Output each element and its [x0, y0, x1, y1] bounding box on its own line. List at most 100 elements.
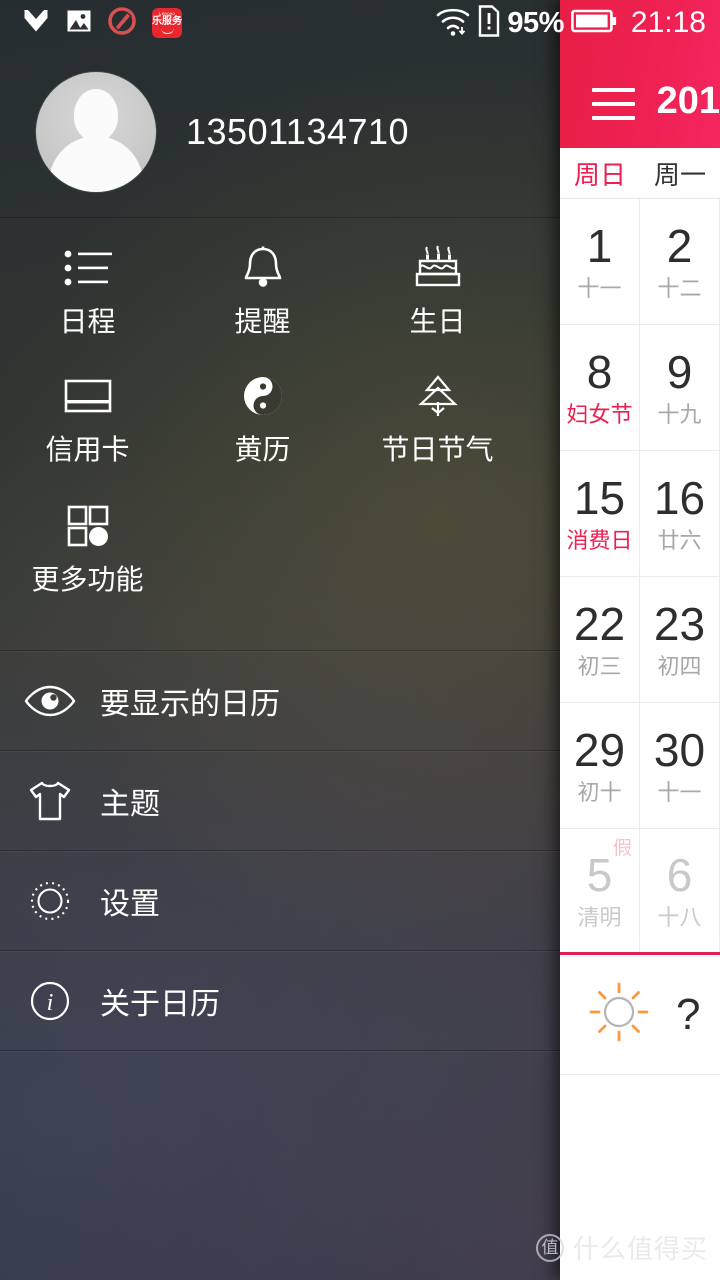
- watermark: 值 什么值得买: [535, 1229, 708, 1266]
- day-lunar: 十一: [577, 276, 622, 301]
- calendar-week-row: 假 5 清明 6 十八: [560, 829, 720, 955]
- sim-alert-icon: [478, 4, 500, 42]
- menu-item-settings[interactable]: 设置: [0, 851, 560, 950]
- calendar-day[interactable]: 23 初四: [640, 577, 720, 702]
- feature-reminder[interactable]: 提醒: [175, 218, 350, 348]
- calendar-week-row: 1 十一 2 十二: [560, 199, 720, 325]
- menu-item-label: 主题: [100, 787, 160, 821]
- calendar-day[interactable]: 假 5 清明: [560, 829, 640, 952]
- day-number: 16: [653, 472, 706, 524]
- shield-icon: [22, 7, 50, 40]
- day-lunar: 初三: [577, 654, 622, 679]
- profile-header[interactable]: 13501134710: [0, 46, 560, 217]
- smzdm-logo: 值: [535, 1233, 564, 1262]
- navigation-drawer: 13501134710 日程 提醒 生日 信用卡 黄历 节日节气 更多功能 要显…: [0, 0, 560, 1280]
- edit-circle-icon: [108, 6, 136, 40]
- menu-item-theme[interactable]: 主题: [0, 751, 560, 850]
- sun-icon: [588, 981, 650, 1048]
- day-lunar: 初四: [657, 654, 702, 679]
- calendar-panel: 201 周日 周一 1 十一 2 十二 8 妇女节 9 十九 15 消费日 16…: [560, 0, 720, 1280]
- smile-shape: [160, 28, 174, 35]
- feature-grid-row: 日程 提醒 生日: [0, 218, 560, 348]
- menu-item-label: 设置: [100, 887, 160, 921]
- day-lunar: 初十: [577, 780, 622, 805]
- holiday-badge: 假: [612, 838, 632, 859]
- day-number: 6: [666, 849, 693, 901]
- feature-schedule[interactable]: 日程: [0, 218, 175, 348]
- day-number: 29: [573, 724, 626, 776]
- feature-festival[interactable]: 节日节气: [350, 348, 525, 478]
- hamburger-menu-icon[interactable]: [592, 88, 635, 120]
- gallery-icon: [66, 8, 92, 39]
- credit-card-icon: [62, 368, 114, 424]
- feature-more[interactable]: 更多功能: [0, 478, 175, 608]
- lenovo-label: 乐服务: [152, 16, 182, 28]
- feature-almanac[interactable]: 黄历: [175, 348, 350, 478]
- calendar-day[interactable]: 16 廿六: [640, 451, 720, 576]
- list-icon: [60, 240, 116, 296]
- eye-icon: [0, 682, 100, 720]
- hamburger-line: [592, 102, 635, 106]
- status-bar-clock: 21:18: [630, 6, 706, 39]
- feature-grid: 日程 提醒 生日 信用卡 黄历 节日节气 更多功能: [0, 218, 560, 608]
- wifi-icon: [435, 5, 471, 42]
- bell-icon: [238, 240, 288, 296]
- feature-label: 黄历: [234, 434, 291, 465]
- calendar-weekday-row: 周日 周一: [560, 148, 720, 198]
- feature-label: 更多功能: [31, 564, 144, 595]
- status-bar-notification-icons: Lenovo 乐服务: [0, 0, 182, 46]
- feature-credit-card[interactable]: 信用卡: [0, 348, 175, 478]
- feature-grid-row: 更多功能: [0, 478, 560, 608]
- calendar-grid: 1 十一 2 十二 8 妇女节 9 十九 15 消费日 16 廿六 22 初三 …: [560, 198, 720, 955]
- day-number: 23: [653, 598, 706, 650]
- day-lunar: 清明: [577, 905, 622, 930]
- tshirt-icon: [0, 777, 100, 825]
- day-number: 8: [586, 346, 613, 398]
- calendar-day[interactable]: 15 消费日: [560, 451, 640, 576]
- calendar-day[interactable]: 30 十一: [640, 703, 720, 828]
- calendar-day[interactable]: 2 十二: [640, 199, 720, 324]
- menu-item-about[interactable]: i 关于日历: [0, 951, 560, 1050]
- calendar-week-row: 29 初十 30 十一: [560, 703, 720, 829]
- menu-item-label: 要显示的日历: [100, 687, 280, 721]
- feature-grid-row: 信用卡 黄历 节日节气: [0, 348, 560, 478]
- feature-label: 日程: [59, 306, 116, 337]
- feature-label: 提醒: [234, 306, 291, 337]
- calendar-day[interactable]: 8 妇女节: [560, 325, 640, 450]
- day-number: 22: [573, 598, 626, 650]
- divider: [0, 1050, 560, 1051]
- hamburger-line: [592, 88, 635, 92]
- calendar-day[interactable]: 29 初十: [560, 703, 640, 828]
- calendar-day[interactable]: 6 十八: [640, 829, 720, 952]
- weekday-monday: 周一: [653, 159, 706, 190]
- day-lunar: 十九: [657, 402, 702, 427]
- weekday-sunday: 周日: [573, 159, 626, 190]
- avatar-body: [49, 135, 143, 192]
- calendar-week-row: 15 消费日 16 廿六: [560, 451, 720, 577]
- calendar-day[interactable]: 22 初三: [560, 577, 640, 702]
- day-festival: 妇女节: [566, 402, 633, 427]
- day-number: 30: [653, 724, 706, 776]
- feature-label: 信用卡: [45, 434, 130, 465]
- day-lunar: 十二: [657, 276, 702, 301]
- birthday-cake-icon: [412, 240, 464, 296]
- feature-birthday[interactable]: 生日: [350, 218, 525, 348]
- grid-apps-icon: [65, 498, 111, 554]
- day-festival: 消费日: [566, 528, 633, 553]
- status-bar: Lenovo 乐服务 95% 21:18: [0, 0, 720, 46]
- day-number: 9: [666, 346, 693, 398]
- calendar-day[interactable]: 9 十九: [640, 325, 720, 450]
- menu-item-visible-calendars[interactable]: 要显示的日历: [0, 651, 560, 750]
- profile-phone-number: 13501134710: [186, 110, 410, 152]
- avatar[interactable]: [36, 71, 156, 192]
- lenovo-service-icon: Lenovo 乐服务: [152, 8, 182, 38]
- info-icon: i: [0, 976, 100, 1026]
- calendar-day[interactable]: 1 十一: [560, 199, 640, 324]
- weather-row[interactable]: ?: [560, 955, 720, 1075]
- calendar-title: 201: [656, 80, 720, 122]
- yin-yang-icon: [241, 368, 285, 424]
- day-number: 2: [666, 220, 693, 272]
- drawer-settings-list: 要显示的日历 主题 设置 i 关于日历: [0, 650, 560, 1051]
- avatar-head: [74, 88, 118, 141]
- day-number: 15: [573, 472, 626, 524]
